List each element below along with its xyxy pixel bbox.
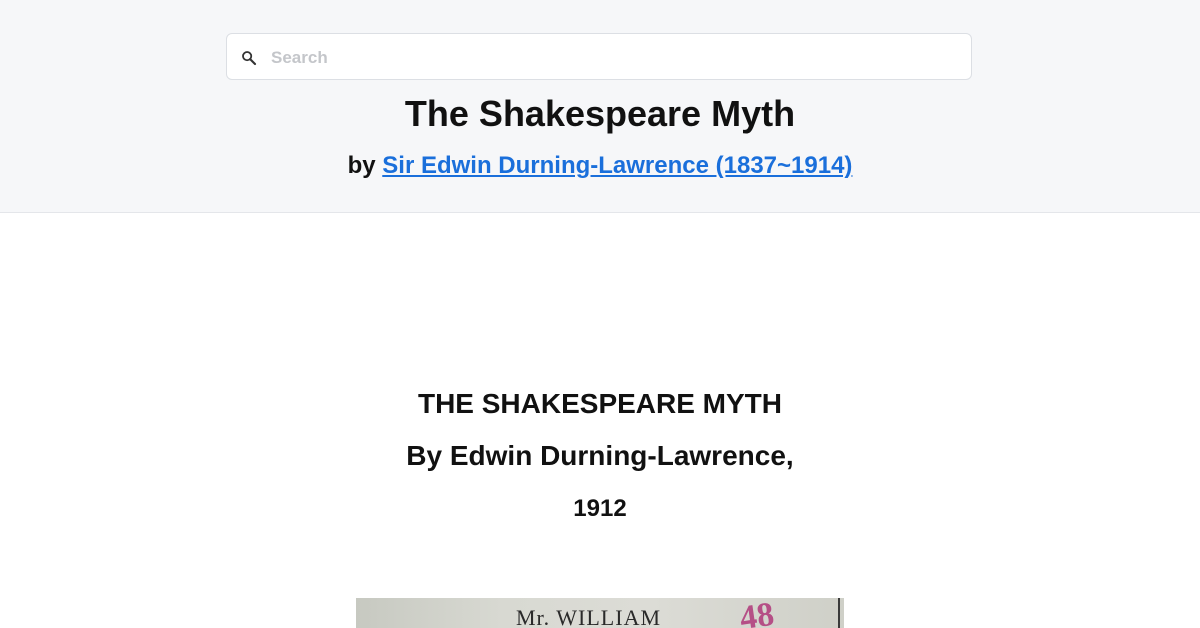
scan-text: Mr. WILLIAM xyxy=(516,605,662,628)
title-page-scan-image: Mr. WILLIAM 48 xyxy=(356,598,844,628)
search-box[interactable] xyxy=(226,33,972,80)
search-input[interactable] xyxy=(269,42,963,74)
scan-stamp: 48 xyxy=(737,598,777,628)
byline-prefix: by xyxy=(347,152,383,179)
book-year: 1912 xyxy=(573,495,627,522)
page-title: The Shakespeare Myth xyxy=(404,93,796,134)
book-title: THE SHAKESPEARE MYTH xyxy=(417,388,783,419)
page-header: The Shakespeare Myth by Sir Edwin Durnin… xyxy=(0,0,1200,213)
byline: by Sir Edwin Durning-Lawrence (1837~1914… xyxy=(0,152,1200,180)
search-icon xyxy=(242,51,257,66)
author-link[interactable]: Sir Edwin Durning-Lawrence (1837~1914) xyxy=(382,152,852,179)
scan-page-edge xyxy=(838,598,840,628)
book-author: By Edwin Durning-Lawrence, xyxy=(406,440,794,471)
